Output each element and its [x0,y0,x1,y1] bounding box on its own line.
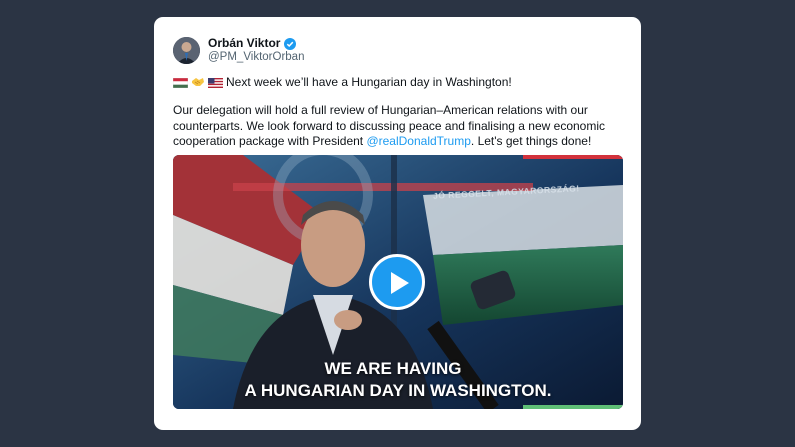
usa-flag-icon [208,77,223,88]
tweet-body: Our delegation will hold a full review o… [173,103,623,150]
handshake-icon [191,76,205,88]
tweet-headline-text: Next week we’ll have a Hungarian day in … [226,75,512,89]
tweet-card: Orbán Viktor @PM_ViktorOrban Next week w… [154,17,641,430]
mention-link[interactable]: @realDonaldTrump [366,134,470,148]
tweet-first-line: Next week we’ll have a Hungarian day in … [172,75,512,89]
video-thumbnail[interactable]: JÓ REGGELT, MAGYARORSZÁG! WE ARE HAVING … [173,155,623,409]
tweet-body-text-end: . Let's get things done! [470,134,592,148]
video-caption-line1: WE ARE HAVING [324,359,462,378]
hungary-flag-icon [172,77,189,89]
video-caption-line2: A HUNGARIAN DAY IN WASHINGTON. [244,381,552,400]
author-handle[interactable]: @PM_ViktorOrban [208,51,304,63]
verified-badge-icon [284,37,297,50]
play-icon [391,272,409,294]
avatar[interactable] [173,37,200,64]
play-button[interactable] [369,254,425,310]
author-name[interactable]: Orbán Viktor [208,36,280,50]
